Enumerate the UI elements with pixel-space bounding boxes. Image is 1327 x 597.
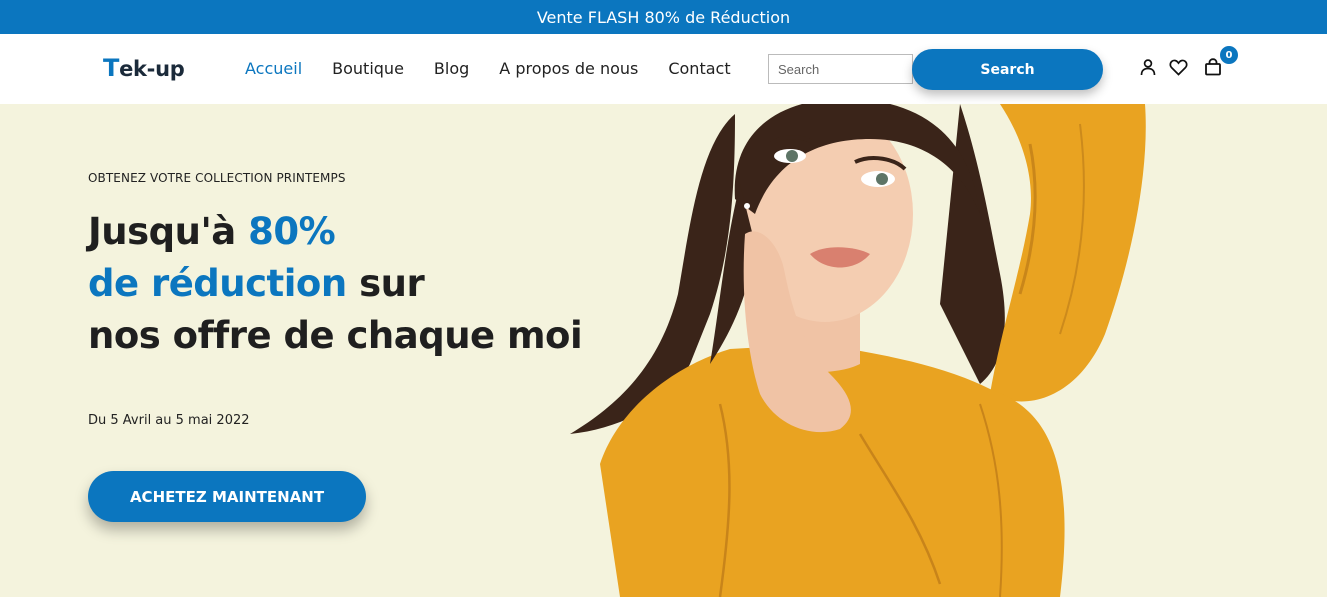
nav-boutique[interactable]: Boutique [332,59,404,78]
heart-icon[interactable] [1168,57,1188,77]
nav-a-propos[interactable]: A propos de nous [499,59,638,78]
shop-now-button[interactable]: ACHETEZ MAINTENANT [88,471,366,522]
hero-model-image [560,98,1200,597]
nav-contact[interactable]: Contact [668,59,730,78]
user-icon[interactable] [1138,57,1158,77]
promo-banner: Vente FLASH 80% de Réduction [0,0,1327,34]
hero-eyebrow: OBTENEZ VOTRE COLLECTION PRINTEMPS [88,171,346,185]
logo[interactable]: Tek-up [103,54,185,82]
search-input[interactable] [768,54,913,84]
cart-count-badge: 0 [1218,44,1240,66]
nav-blog[interactable]: Blog [434,59,469,78]
promo-banner-text: Vente FLASH 80% de Réduction [536,7,791,27]
site-header: Tek-up Accueil Boutique Blog A propos de… [0,34,1327,104]
nav-accueil[interactable]: Accueil [245,59,302,78]
search-button[interactable]: Search [912,49,1103,90]
promo-dates: Du 5 Avril au 5 mai 2022 [88,413,250,428]
hero-headline: Jusqu'à 80% de réduction sur nos offre d… [88,210,583,357]
main-nav: Accueil Boutique Blog A propos de nous C… [245,59,761,78]
